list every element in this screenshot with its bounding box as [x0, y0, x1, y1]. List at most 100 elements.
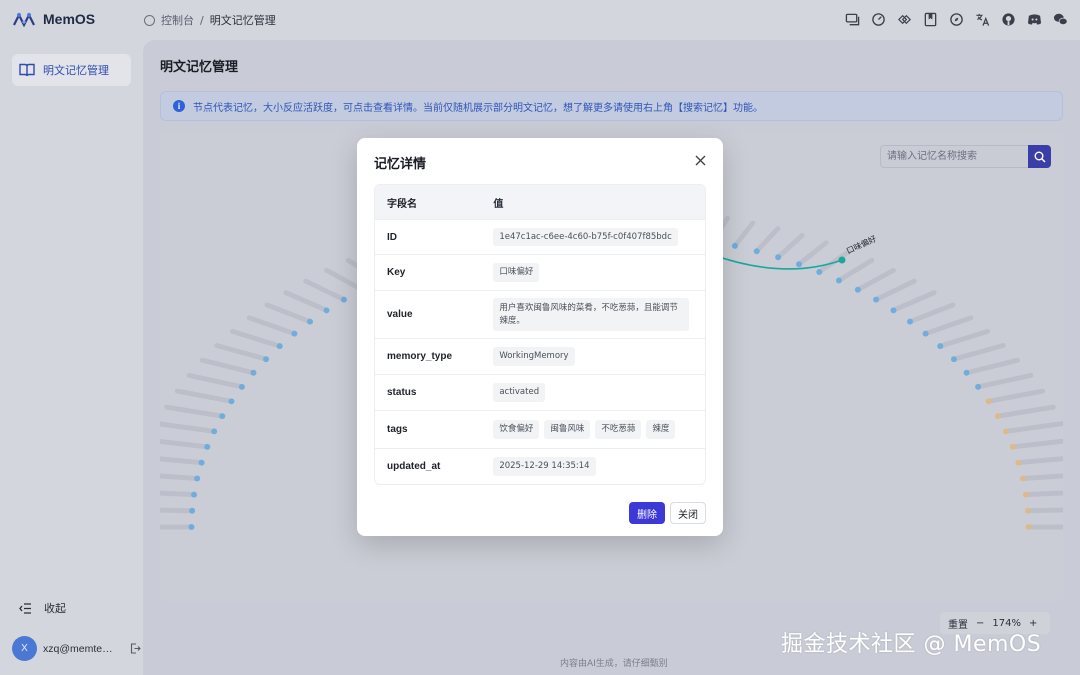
memory-node[interactable] [795, 261, 802, 268]
bookmark-icon[interactable] [923, 12, 938, 27]
memory-node[interactable] [188, 524, 195, 530]
memory-node[interactable] [211, 428, 218, 435]
sidebar: 明文记忆管理 收起 X xzq@memtensor.cn [0, 40, 143, 675]
memory-node[interactable] [816, 268, 823, 275]
memory-node-label [246, 315, 297, 337]
memory-node[interactable] [228, 398, 235, 405]
gauge-icon[interactable] [871, 12, 886, 27]
selected-memory-node[interactable] [838, 256, 846, 264]
field-name: Key [387, 267, 406, 278]
memory-node[interactable] [291, 330, 298, 337]
memory-node[interactable] [1002, 428, 1009, 435]
memory-node[interactable] [250, 369, 257, 376]
table-row: memory_type WorkingMemory [375, 338, 705, 374]
breadcrumb-current: 明文记忆管理 [209, 14, 276, 27]
memory-node[interactable] [854, 286, 861, 293]
memory-node[interactable] [835, 277, 842, 284]
memory-node-label [855, 267, 896, 293]
memory-node-label [923, 315, 974, 337]
memory-node[interactable] [307, 318, 314, 325]
memory-detail-table: 字段名 值 ID 1e47c1ac-c6ee-4c60-b75f-c0f407f… [374, 184, 706, 485]
memory-node-label [1020, 473, 1063, 482]
top-toolbar [845, 12, 1068, 27]
collapse-button[interactable]: 收起 [19, 600, 66, 616]
header-value: 值 [493, 198, 504, 210]
memory-node[interactable] [323, 307, 330, 314]
link-icon[interactable] [897, 12, 912, 27]
memory-node[interactable] [276, 343, 283, 350]
memory-node-label [796, 240, 829, 267]
memory-node[interactable] [985, 398, 992, 405]
memory-node[interactable] [975, 383, 982, 390]
compass-icon[interactable] [949, 12, 964, 27]
memory-node[interactable] [753, 248, 760, 255]
memory-node-label [264, 302, 313, 325]
discord-icon[interactable] [1027, 12, 1042, 27]
table-row: updated_at 2025-12-29 14:35:14 [375, 448, 705, 484]
memory-node[interactable] [731, 242, 738, 249]
header-field: 字段名 [387, 198, 417, 210]
memory-node[interactable] [191, 491, 198, 498]
tag: 辣度 [646, 420, 676, 439]
memory-node[interactable] [238, 383, 245, 390]
translate-icon[interactable] [975, 12, 990, 27]
search-button[interactable] [1028, 145, 1051, 168]
memory-node-label [1023, 490, 1063, 498]
close-icon[interactable] [694, 154, 707, 167]
sidebar-item-plaintext-memory[interactable]: 明文记忆管理 [12, 54, 131, 86]
collapse-label: 收起 [44, 602, 66, 615]
memory-node-label [303, 278, 347, 303]
avatar[interactable]: X [12, 636, 37, 661]
memory-node[interactable] [994, 413, 1001, 420]
app-logo[interactable]: MemOS [13, 11, 95, 27]
memory-node[interactable] [194, 475, 201, 482]
chat-icon[interactable] [845, 12, 860, 27]
memory-node[interactable] [219, 413, 226, 420]
dashboard-icon [144, 14, 155, 26]
sidebar-item-label: 明文记忆管理 [43, 64, 109, 77]
memory-node[interactable] [1025, 524, 1032, 530]
memory-node[interactable] [189, 507, 196, 514]
memory-node[interactable] [873, 296, 880, 303]
memory-node[interactable] [1022, 491, 1029, 498]
memory-node[interactable] [890, 307, 897, 314]
memory-node[interactable] [198, 459, 205, 466]
memory-node-label [985, 388, 1046, 404]
memory-detail-modal: 记忆详情 字段名 值 ID 1e47c1ac-c6ee-4c60-b75f-c0… [357, 138, 723, 536]
memory-node[interactable] [1015, 459, 1022, 466]
memory-node[interactable] [922, 330, 929, 337]
memory-node[interactable] [340, 296, 347, 303]
wechat-icon[interactable] [1053, 12, 1068, 27]
ai-disclaimer: 内容由AI生成，请仔细甄别 [560, 659, 668, 669]
memory-node[interactable] [950, 356, 957, 363]
memory-node[interactable] [775, 254, 782, 261]
memory-node-label [160, 421, 217, 434]
table-header: 字段名 值 [375, 185, 705, 219]
search-input[interactable] [880, 145, 1028, 168]
info-banner: i 节点代表记忆，大小反应活跃度，可点击查看详情。当前仅随机展示部分明文记忆，想… [160, 91, 1063, 121]
memory-node[interactable] [204, 443, 211, 450]
memory-node[interactable] [1024, 507, 1031, 514]
search-icon [1034, 151, 1046, 163]
breadcrumb-root[interactable]: 控制台 [161, 12, 194, 28]
memory-node[interactable] [906, 318, 913, 325]
memory-node-label [951, 343, 1006, 362]
field-name: ID [387, 231, 397, 243]
memory-node-label [186, 372, 245, 390]
user-profile[interactable]: X xzq@memtensor.cn [12, 636, 141, 661]
memory-node[interactable] [263, 356, 270, 363]
close-button[interactable]: 关闭 [670, 502, 706, 524]
memory-node[interactable] [937, 343, 944, 350]
github-icon[interactable] [1001, 12, 1016, 27]
memory-node[interactable] [963, 369, 970, 376]
tag: 闽鲁风味 [544, 420, 591, 439]
memory-node-label [199, 357, 256, 376]
field-name: value [387, 309, 413, 320]
memory-node[interactable] [1019, 475, 1026, 482]
field-name: updated_at [387, 461, 441, 472]
memory-node[interactable] [1009, 443, 1016, 450]
delete-button[interactable]: 删除 [629, 502, 665, 524]
memory-node-label [964, 357, 1021, 376]
modal-title: 记忆详情 [374, 157, 427, 172]
logout-icon[interactable] [130, 643, 141, 654]
